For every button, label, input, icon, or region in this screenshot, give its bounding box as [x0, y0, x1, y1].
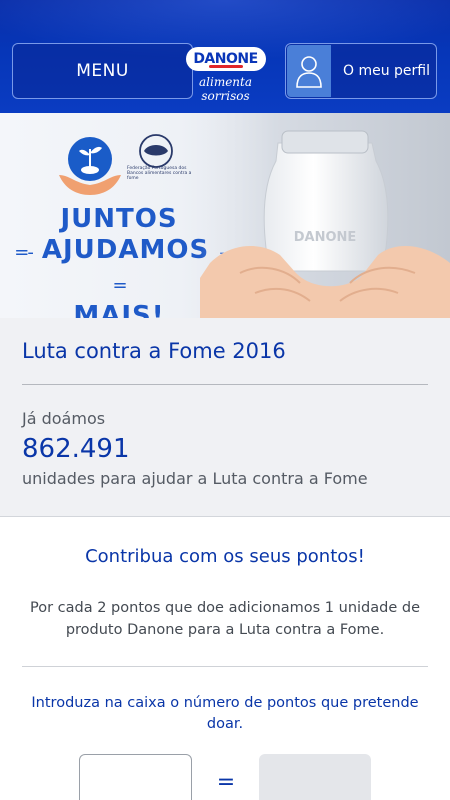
divider [22, 384, 428, 385]
profile-button[interactable]: O meu perfil [285, 43, 437, 99]
profile-label: O meu perfil [343, 63, 431, 79]
slogan-line-2: =- AJUDAMOS -= [14, 235, 226, 301]
campaign-slogan: JUNTOS =- AJUDAMOS -= MAIS! [14, 203, 226, 318]
danone-logo[interactable]: DANONE alimenta sorrisos [178, 47, 273, 103]
contribute-description: Por cada 2 pontos que doe adicionamos 1 … [30, 600, 420, 638]
slogan-line-1: JUNTOS [60, 204, 178, 234]
brand-smile-mark [208, 65, 243, 68]
campaign-title: Luta contra a Fome 2016 [22, 339, 286, 363]
equals-sign: = [216, 770, 236, 795]
points-input[interactable] [79, 754, 192, 800]
donated-label: Já doámos [22, 409, 106, 428]
donated-units-count: 862.491 [22, 434, 130, 464]
campaign-hands-plant-logo [59, 137, 121, 195]
app-header: MENU DANONE alimenta sorrisos O meu perf… [0, 0, 450, 113]
slogan-line-3: MAIS! [73, 301, 165, 318]
menu-button-label: MENU [76, 61, 129, 81]
contribute-title: Contribua com os seus pontos! [85, 546, 365, 567]
divider [22, 666, 428, 667]
points-instruction: Introduza na caixa o número de pontos qu… [31, 695, 419, 732]
menu-button[interactable]: MENU [12, 43, 193, 99]
brand-badge: DANONE [185, 47, 266, 71]
federation-text: Federação Portuguesa dos Bancos alimenta… [127, 166, 192, 181]
bottle-brand-text: DANONE [294, 230, 357, 245]
dash-left-icon: =- [14, 242, 34, 263]
slogan-line-2-text: AJUDAMOS [41, 235, 210, 265]
units-result-field [259, 754, 371, 800]
donated-description: unidades para ajudar a Luta contra a Fom… [22, 469, 368, 488]
hands-holding-yogurt-image: DANONE [200, 113, 450, 318]
brand-tagline: alimenta sorrisos [198, 75, 252, 103]
section-divider [0, 516, 450, 517]
campaign-banner: Federação Portuguesa dos Bancos alimenta… [0, 113, 450, 318]
user-silhouette-icon [287, 45, 331, 97]
